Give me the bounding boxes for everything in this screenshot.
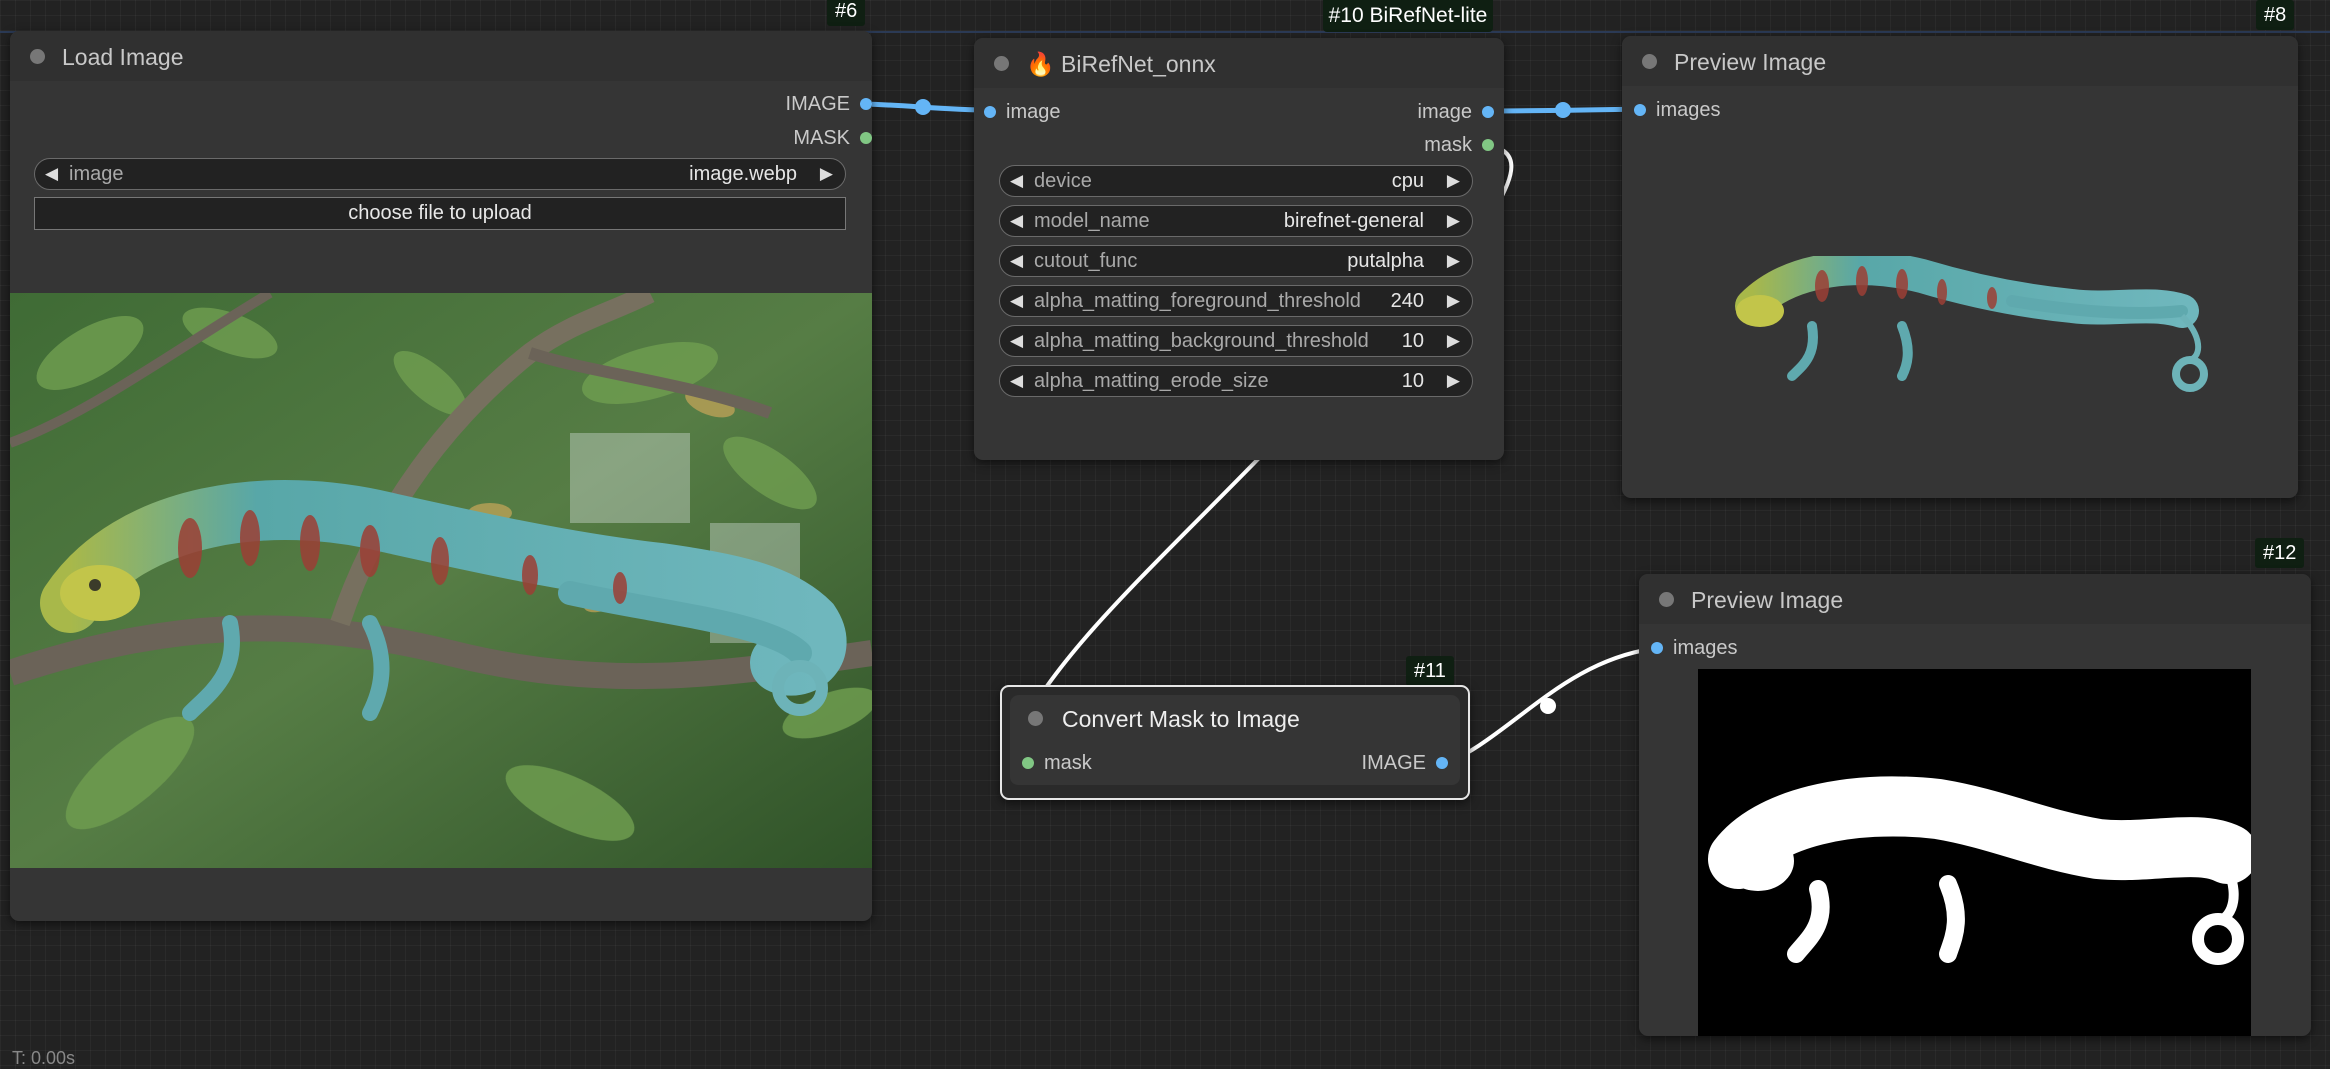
input-slot-mask[interactable]: mask [1022, 750, 1172, 776]
preview-image-node-8[interactable]: Preview Image images [1622, 36, 2298, 498]
link-midpoint[interactable] [1555, 102, 1571, 118]
slot-dot-icon[interactable] [1651, 642, 1663, 654]
arrow-left-icon[interactable]: ◀ [1010, 366, 1023, 396]
node-title: Preview Image [1691, 587, 1844, 613]
arrow-left-icon[interactable]: ◀ [1010, 166, 1023, 196]
output-slot-mask[interactable]: MASK [752, 125, 872, 151]
node-title: Preview Image [1674, 49, 1827, 75]
output-slot-image[interactable]: IMAGE [1298, 750, 1448, 776]
collapse-dot-icon[interactable] [1659, 592, 1674, 607]
timer-readout: T: 0.00s [12, 1048, 76, 1068]
node-header[interactable]: 🔥 BiRefNet_onnx [974, 38, 1504, 88]
node-title: Convert Mask to Image [1062, 706, 1300, 732]
slot-dot-icon[interactable] [1634, 104, 1646, 116]
slot-dot-icon[interactable] [1482, 106, 1494, 118]
convert-mask-node[interactable]: Convert Mask to Image mask IMAGE [1000, 685, 1470, 800]
chameleon-photo [10, 293, 872, 868]
mask-preview [1698, 669, 2251, 1036]
model-name-widget[interactable]: ◀ model_name birefnet-general ▶ [999, 205, 1473, 237]
arrow-right-icon[interactable]: ▶ [1447, 246, 1460, 276]
fire-icon: 🔥 [1026, 51, 1055, 77]
arrow-right-icon[interactable]: ▶ [820, 159, 833, 189]
birefnet-node[interactable]: 🔥 BiRefNet_onnx image image mask ◀ devic… [974, 38, 1504, 460]
arrow-right-icon[interactable]: ▶ [1447, 326, 1460, 356]
node-title: 🔥 BiRefNet_onnx [1026, 51, 1216, 77]
slot-dot-icon[interactable] [1436, 757, 1448, 769]
input-slot-images[interactable]: images [1634, 97, 1784, 123]
collapse-dot-icon[interactable] [994, 56, 1009, 71]
background-threshold-widget[interactable]: ◀ alpha_matting_background_threshold 10 … [999, 325, 1473, 357]
preview-image-node-12[interactable]: Preview Image images [1639, 574, 2311, 1036]
node-header[interactable]: Preview Image [1622, 36, 2298, 86]
node-header[interactable]: Convert Mask to Image [1010, 695, 1460, 741]
input-slot-images[interactable]: images [1651, 635, 1801, 661]
erode-size-widget[interactable]: ◀ alpha_matting_erode_size 10 ▶ [999, 365, 1473, 397]
collapse-dot-icon[interactable] [30, 49, 45, 64]
node-header[interactable]: Load Image [10, 31, 872, 81]
arrow-left-icon[interactable]: ◀ [45, 159, 58, 189]
collapse-dot-icon[interactable] [1642, 54, 1657, 69]
arrow-right-icon[interactable]: ▶ [1447, 286, 1460, 316]
output-slot-image[interactable]: IMAGE [752, 91, 872, 117]
output-slot-mask[interactable]: mask [1344, 132, 1494, 158]
arrow-left-icon[interactable]: ◀ [1010, 286, 1023, 316]
node-header[interactable]: Preview Image [1639, 574, 2311, 624]
slot-dot-icon[interactable] [1482, 139, 1494, 151]
slot-dot-icon[interactable] [984, 106, 996, 118]
link-midpoint[interactable] [1540, 698, 1556, 714]
arrow-right-icon[interactable]: ▶ [1447, 206, 1460, 236]
arrow-left-icon[interactable]: ◀ [1010, 326, 1023, 356]
node-title: Load Image [62, 44, 184, 70]
collapse-dot-icon[interactable] [1028, 711, 1043, 726]
device-widget[interactable]: ◀ device cpu ▶ [999, 165, 1473, 197]
link-midpoint[interactable] [915, 99, 931, 115]
cutout-preview [1712, 256, 2212, 476]
slot-dot-icon[interactable] [860, 98, 872, 110]
slot-dot-icon[interactable] [860, 132, 872, 144]
foreground-threshold-widget[interactable]: ◀ alpha_matting_foreground_threshold 240… [999, 285, 1473, 317]
slot-dot-icon[interactable] [1022, 757, 1034, 769]
arrow-left-icon[interactable]: ◀ [1010, 206, 1023, 236]
image-combo-widget[interactable]: ◀ image image.webp ▶ [34, 158, 846, 190]
load-image-node[interactable]: Load Image IMAGE MASK ◀ image image.webp… [10, 31, 872, 921]
upload-button[interactable]: choose file to upload [34, 197, 846, 230]
output-slot-image[interactable]: image [1344, 99, 1494, 125]
input-slot-image[interactable]: image [984, 99, 1134, 125]
cutout-func-widget[interactable]: ◀ cutout_func putalpha ▶ [999, 245, 1473, 277]
arrow-right-icon[interactable]: ▶ [1447, 166, 1460, 196]
arrow-left-icon[interactable]: ◀ [1010, 246, 1023, 276]
arrow-right-icon[interactable]: ▶ [1447, 366, 1460, 396]
